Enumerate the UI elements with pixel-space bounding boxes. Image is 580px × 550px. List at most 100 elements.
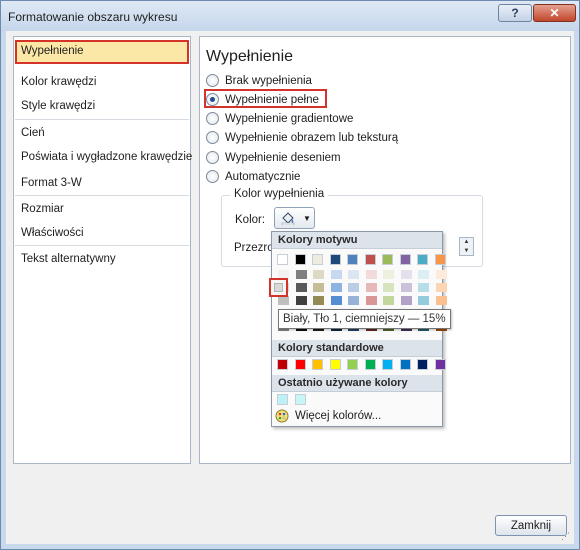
- radio-button[interactable]: [206, 131, 219, 144]
- tint-swatch[interactable]: [418, 283, 429, 292]
- radio-label: Wypełnienie obrazem lub teksturą: [225, 131, 399, 144]
- transparency-spinner[interactable]: ▲ ▼: [459, 237, 474, 256]
- standard-color-swatch[interactable]: [417, 359, 428, 370]
- recent-colors-header: Ostatnio używane kolory: [272, 375, 442, 392]
- tint-swatch[interactable]: [435, 283, 447, 292]
- chevron-down-icon: ▼: [303, 213, 311, 223]
- spin-down-icon[interactable]: ▼: [464, 248, 470, 254]
- tint-swatch[interactable]: [365, 296, 377, 305]
- theme-color-swatch[interactable]: [294, 254, 306, 265]
- theme-color-swatch[interactable]: [382, 254, 393, 265]
- tint-swatch[interactable]: [418, 296, 429, 305]
- color-picker-popup: Kolory motywu Kolory standardowe Ostatni…: [271, 231, 447, 427]
- radio-pattern-fill[interactable]: Wypełnienie deseniem: [206, 149, 341, 166]
- theme-color-swatch[interactable]: [312, 254, 323, 265]
- tint-swatch[interactable]: [278, 296, 289, 305]
- tint-swatch[interactable]: [400, 270, 412, 279]
- hovered-swatch[interactable]: [269, 278, 288, 297]
- category-list: Wypełnienie Kolor krawędzi Style krawędz…: [13, 36, 192, 464]
- recent-color-swatch[interactable]: [277, 394, 288, 405]
- tint-swatch[interactable]: [383, 270, 394, 279]
- paint-bucket-icon: [281, 211, 295, 225]
- radio-button[interactable]: [206, 151, 219, 164]
- tint-swatch[interactable]: [313, 296, 324, 305]
- tint-swatch[interactable]: [330, 296, 342, 305]
- tint-swatch[interactable]: [330, 270, 342, 279]
- nav-item-3d-format[interactable]: Format 3-W: [15, 172, 189, 196]
- tint-swatch[interactable]: [330, 283, 342, 292]
- tint-swatch[interactable]: [295, 296, 307, 305]
- nav-item-size[interactable]: Rozmiar: [15, 198, 189, 222]
- radio-label: Wypełnienie pełne: [225, 93, 319, 106]
- nav-item-border-styles[interactable]: Style krawędzi: [15, 95, 189, 119]
- color-dropdown-button[interactable]: ▼: [274, 207, 315, 229]
- tint-swatch[interactable]: [383, 296, 394, 305]
- nav-item-fill[interactable]: Wypełnienie: [15, 40, 189, 64]
- tint-swatch[interactable]: [435, 296, 447, 305]
- radio-solid-fill[interactable]: Wypełnienie pełne: [206, 91, 319, 108]
- spin-up-icon[interactable]: ▲: [464, 239, 470, 245]
- theme-colors-header: Kolory motywu: [272, 232, 442, 249]
- title-bar[interactable]: Formatowanie obszaru wykresu ? ✕: [1, 1, 579, 31]
- standard-color-swatch[interactable]: [277, 359, 288, 370]
- dialog-title: Formatowanie obszaru wykresu: [8, 10, 178, 24]
- radio-no-fill[interactable]: Brak wypełnienia: [206, 72, 312, 89]
- standard-color-swatch[interactable]: [347, 359, 358, 370]
- nav-item-properties[interactable]: Właściwości: [15, 222, 189, 246]
- standard-color-swatch[interactable]: [399, 359, 411, 370]
- tint-swatch[interactable]: [348, 296, 359, 305]
- radio-button-checked[interactable]: [206, 93, 219, 106]
- resize-grip-icon[interactable]: ⋰: [561, 531, 571, 541]
- tint-swatch[interactable]: [400, 296, 412, 305]
- theme-color-swatch[interactable]: [399, 254, 411, 265]
- tint-swatch[interactable]: [400, 283, 412, 292]
- radio-button[interactable]: [206, 112, 219, 125]
- more-colors-label: Więcej kolorów...: [295, 410, 382, 422]
- nav-item-alt-text[interactable]: Tekst alternatywny: [15, 248, 189, 272]
- tint-swatch[interactable]: [365, 283, 377, 292]
- tint-swatch[interactable]: [435, 270, 447, 279]
- nav-item-shadow[interactable]: Cień: [15, 122, 189, 146]
- standard-color-swatch[interactable]: [364, 359, 376, 370]
- more-colors-button[interactable]: Więcej kolorów...: [275, 409, 381, 423]
- standard-color-swatch[interactable]: [382, 359, 393, 370]
- tint-swatch[interactable]: [348, 270, 359, 279]
- section-title: Wypełnienie: [206, 48, 294, 65]
- tint-swatch[interactable]: [383, 283, 394, 292]
- radio-label: Automatycznie: [225, 170, 301, 183]
- recent-color-swatch[interactable]: [294, 394, 306, 405]
- standard-color-swatch[interactable]: [294, 359, 306, 370]
- close-window-button[interactable]: ✕: [533, 4, 576, 22]
- theme-color-swatch[interactable]: [277, 254, 288, 265]
- theme-color-swatch[interactable]: [434, 254, 446, 265]
- close-button[interactable]: Zamknij: [495, 515, 567, 536]
- theme-color-swatch[interactable]: [364, 254, 376, 265]
- radio-automatic[interactable]: Automatycznie: [206, 168, 300, 185]
- radio-label: Wypełnienie gradientowe: [225, 112, 354, 125]
- standard-color-swatch[interactable]: [312, 359, 323, 370]
- nav-item-glow[interactable]: Poświata i wygładzone krawędzie: [15, 146, 192, 170]
- standard-colors-header: Kolory standardowe: [272, 340, 442, 357]
- group-title: Kolor wypełnienia: [230, 188, 329, 200]
- tint-swatch[interactable]: [313, 270, 324, 279]
- theme-color-swatch[interactable]: [329, 254, 341, 265]
- nav-separator: [15, 245, 189, 246]
- tint-swatch[interactable]: [295, 283, 307, 292]
- nav-item-border-color[interactable]: Kolor krawędzi: [15, 71, 189, 95]
- radio-label: Wypełnienie deseniem: [225, 151, 341, 164]
- tint-swatch[interactable]: [365, 270, 377, 279]
- theme-color-swatch[interactable]: [417, 254, 428, 265]
- tint-swatch[interactable]: [418, 270, 429, 279]
- radio-picture-fill[interactable]: Wypełnienie obrazem lub teksturą: [206, 129, 398, 146]
- standard-color-swatch[interactable]: [329, 359, 341, 370]
- tint-swatch[interactable]: [348, 283, 359, 292]
- standard-color-swatch[interactable]: [434, 359, 446, 370]
- theme-color-swatch[interactable]: [347, 254, 358, 265]
- radio-button[interactable]: [206, 74, 219, 87]
- help-button[interactable]: ?: [498, 4, 532, 22]
- tint-swatch[interactable]: [313, 283, 324, 292]
- palette-icon: [275, 409, 289, 423]
- tint-swatch[interactable]: [295, 270, 307, 279]
- radio-gradient-fill[interactable]: Wypełnienie gradientowe: [206, 110, 353, 127]
- radio-button[interactable]: [206, 170, 219, 183]
